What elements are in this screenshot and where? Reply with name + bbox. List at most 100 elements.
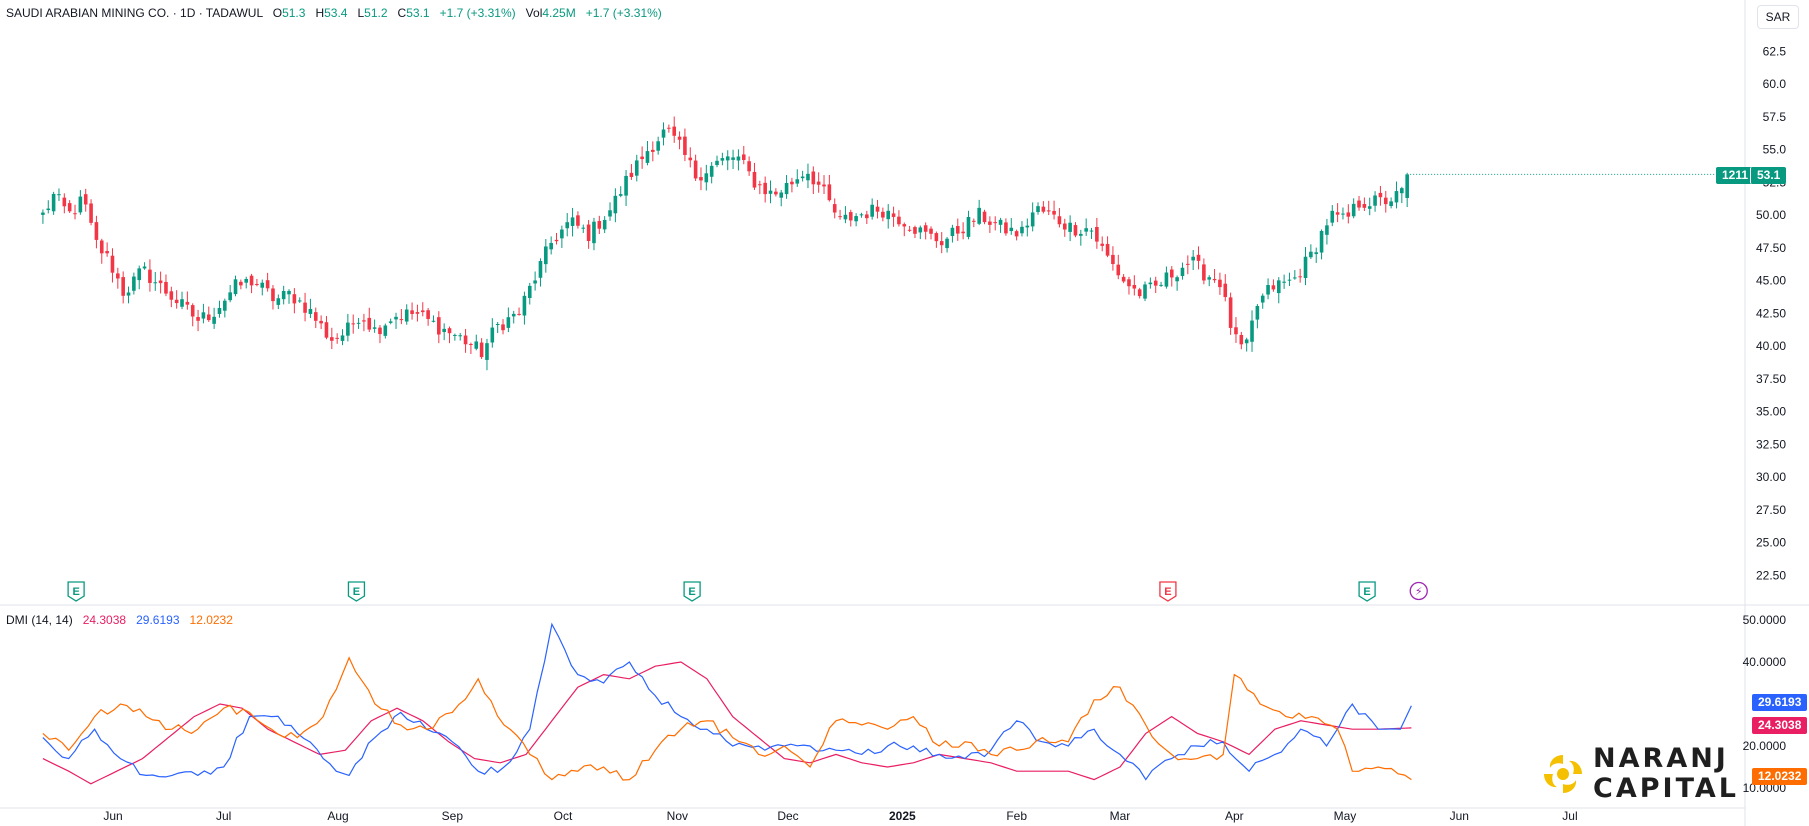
candle-body (174, 299, 179, 304)
candle-body (1180, 267, 1185, 277)
candle-body (57, 194, 61, 196)
candle-body (335, 337, 339, 339)
candle-body (1244, 339, 1249, 344)
price-tick-label: 45.00 (1756, 274, 1786, 288)
candle-body (447, 328, 452, 334)
candle-body (982, 211, 987, 223)
candle-body (800, 176, 805, 179)
candle-body (699, 177, 703, 181)
candle-body (747, 161, 751, 172)
candle-body (67, 203, 72, 212)
chart-canvas[interactable]: 62.560.057.555.052.550.0047.5045.0042.50… (0, 0, 1809, 826)
time-tick-label: Feb (1006, 809, 1027, 823)
price-tick-label: 55.0 (1763, 143, 1787, 157)
candle-body (1073, 225, 1078, 236)
price-tick-label: 30.00 (1756, 470, 1786, 484)
candle-body (988, 221, 992, 225)
candle-body (239, 281, 243, 286)
candle-body (784, 182, 789, 195)
candle-body (372, 327, 377, 329)
candle-body (832, 204, 837, 213)
candle-body (346, 322, 350, 336)
candle-body (704, 173, 709, 183)
candle-body (1030, 212, 1035, 227)
candle-body (1234, 327, 1238, 335)
candle-body (966, 216, 971, 237)
candle-body (292, 294, 297, 304)
candle-body (367, 317, 372, 330)
candle-body (725, 156, 730, 161)
candle-body (923, 225, 928, 232)
candle-body (1191, 256, 1195, 261)
candle-body (1014, 231, 1019, 237)
adx-header-value: 24.3038 (82, 613, 127, 627)
candle-body (249, 275, 254, 286)
time-tick-label: Mar (1110, 809, 1131, 823)
candle-body (1405, 174, 1409, 198)
candle-body (1298, 276, 1302, 278)
candle-body (1004, 222, 1008, 234)
candle-body (105, 251, 109, 254)
candle-body (297, 300, 302, 302)
candle-body (410, 310, 414, 314)
candle-body (618, 194, 623, 196)
candle-body (1271, 285, 1276, 290)
candle-body (265, 280, 270, 289)
candle-body (1169, 269, 1174, 278)
price-tick-label: 40.00 (1756, 339, 1786, 353)
price-tick-label: 57.5 (1763, 110, 1787, 124)
price-tick-label: 32.50 (1756, 437, 1786, 451)
candle-body (474, 341, 479, 349)
candle-body (624, 175, 628, 196)
candle-body (196, 317, 200, 321)
logo-mark-icon (1544, 755, 1583, 793)
time-tick-label: Apr (1225, 809, 1244, 823)
candle-body (1287, 279, 1292, 281)
dividend-marker-label: ⚡ (1415, 585, 1423, 598)
symbol-code-tag: 1211 (1716, 167, 1755, 184)
candle-body (736, 156, 741, 161)
candle-body (1319, 230, 1324, 253)
candle-body (51, 193, 56, 212)
candle-body (581, 227, 586, 229)
candle-body (303, 302, 307, 313)
dmi-tick-label: 40.0000 (1743, 655, 1787, 669)
candle-body (854, 216, 858, 222)
candle-body (495, 323, 500, 325)
price-tick-label: 60.0 (1763, 77, 1787, 91)
candle-body (190, 305, 195, 317)
candle-body (340, 335, 345, 341)
candle-body (217, 307, 222, 314)
candle-body (544, 246, 548, 265)
time-tick-label: Aug (327, 809, 348, 823)
plus-di-header-value: 29.6193 (136, 613, 180, 627)
candle-body (634, 160, 639, 176)
candle-body (752, 171, 757, 188)
candle-body (281, 290, 286, 300)
candle-body (169, 291, 174, 300)
candle-body (126, 292, 131, 296)
candle-body (897, 216, 901, 225)
dmi-header: DMI (14, 14) 24.3038 29.6193 12.0232 (6, 613, 233, 627)
candle-body (351, 323, 356, 325)
candle-body (1046, 210, 1051, 212)
price-tick-label: 62.5 (1763, 44, 1787, 58)
candle-body (1239, 334, 1244, 345)
candle-body (271, 288, 275, 302)
candle-body (62, 197, 67, 207)
candle-body (378, 327, 382, 335)
candle-body (822, 184, 826, 187)
candle-body (661, 129, 666, 138)
candle-body (977, 207, 981, 224)
candle-body (46, 208, 51, 211)
candle-body (308, 308, 313, 314)
dmi-label[interactable]: DMI (14, 14) (6, 613, 73, 627)
candle-body (1052, 210, 1056, 215)
candle-body (1325, 225, 1329, 235)
candle-body (827, 184, 832, 201)
candle-body (89, 203, 93, 223)
candle-body (709, 165, 714, 177)
candle-body (1303, 256, 1308, 279)
candle-body (1164, 272, 1169, 287)
candle-body (816, 181, 821, 185)
